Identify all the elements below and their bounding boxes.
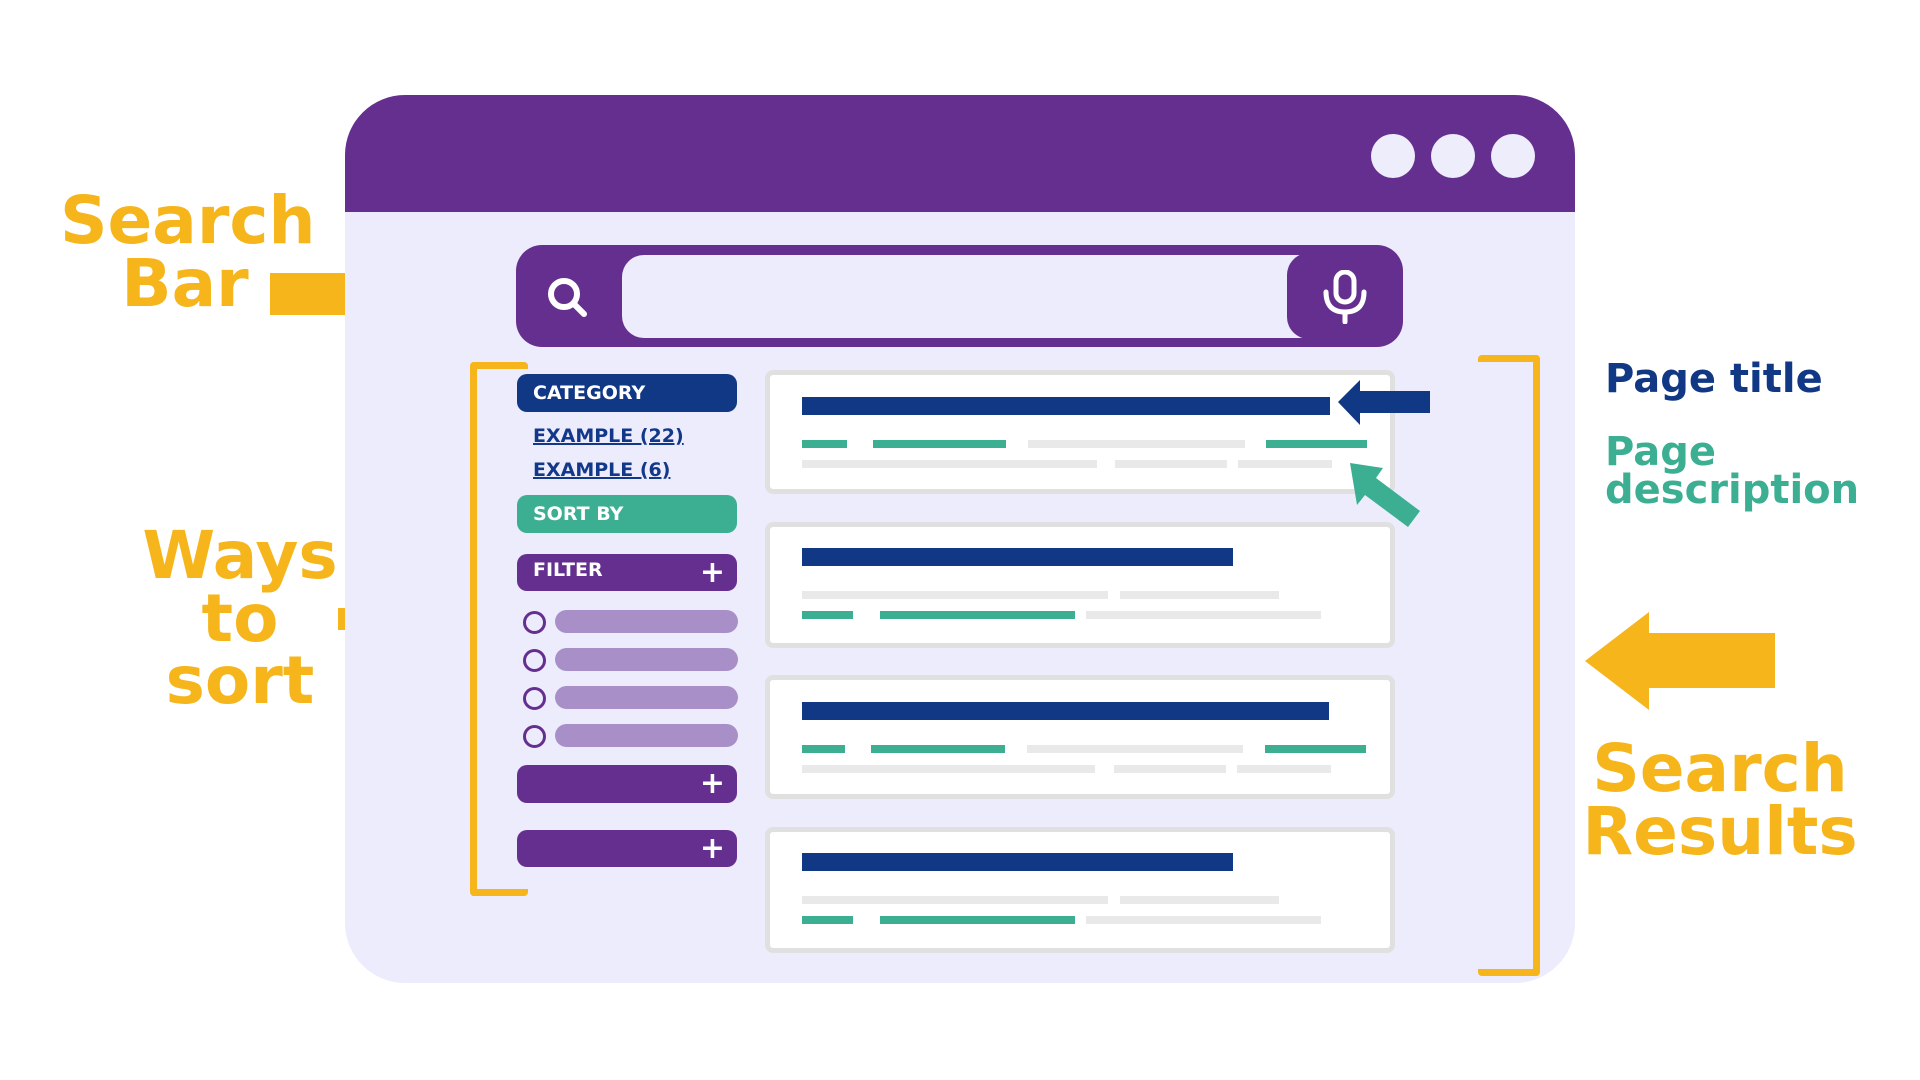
search-result-card[interactable] <box>765 675 1395 799</box>
result-text-placeholder <box>1237 765 1331 773</box>
result-text-placeholder <box>1027 745 1243 753</box>
result-text-placeholder <box>802 460 1097 468</box>
result-description-placeholder <box>880 611 1075 619</box>
filter-option-radio[interactable] <box>523 725 546 748</box>
result-text-placeholder <box>1028 440 1245 448</box>
plus-icon: + <box>699 554 725 590</box>
plus-icon: + <box>699 830 725 866</box>
browser-window: CATEGORY EXAMPLE (22) EXAMPLE (6) SORT B… <box>345 95 1575 983</box>
voice-search-button[interactable] <box>1287 253 1403 339</box>
search-results-line-1: Search <box>1592 730 1848 807</box>
search-result-card[interactable] <box>765 370 1395 494</box>
search-result-card[interactable] <box>765 522 1395 648</box>
search-results-arrow-icon <box>1585 612 1775 710</box>
ways-to-sort-annotation: Ways to sort <box>120 517 360 720</box>
result-description-placeholder <box>873 440 1006 448</box>
page-title-annotation: Page title <box>1605 356 1823 402</box>
result-description-placeholder <box>802 611 853 619</box>
category-link[interactable]: EXAMPLE (22) <box>533 425 684 447</box>
ways-to-sort-line-3: sort <box>165 642 315 720</box>
result-text-placeholder <box>1120 591 1279 599</box>
page-description-annotation: Page description <box>1605 429 1860 513</box>
result-text-placeholder <box>802 591 1108 599</box>
result-title-placeholder[interactable] <box>802 853 1233 871</box>
sort-by-button[interactable]: SORT BY <box>517 495 737 533</box>
result-description-placeholder <box>802 916 853 924</box>
result-text-placeholder <box>1238 460 1332 468</box>
filter-option-radio[interactable] <box>523 649 546 672</box>
plus-icon: + <box>699 766 725 801</box>
result-text-placeholder <box>1120 896 1279 904</box>
filter-button[interactable]: FILTER + <box>517 554 737 591</box>
result-description-placeholder <box>880 916 1075 924</box>
result-text-placeholder <box>802 765 1095 773</box>
search-results-line-2: Results <box>1582 792 1858 870</box>
result-description-placeholder <box>1266 440 1367 448</box>
microphone-icon <box>1323 270 1367 324</box>
browser-titlebar <box>345 95 1575 212</box>
category-link[interactable]: EXAMPLE (6) <box>533 459 670 481</box>
search-bar-annotation-line-1: Search <box>60 182 316 259</box>
search-results-annotation: Search Results <box>1570 730 1870 870</box>
window-control-dot[interactable] <box>1371 134 1415 178</box>
category-label: CATEGORY <box>533 382 646 404</box>
collapsed-filter-button[interactable]: + <box>517 765 737 803</box>
filter-option-label <box>555 686 738 709</box>
result-text-placeholder <box>1086 611 1321 619</box>
filter-option-label <box>555 610 738 633</box>
filter-option-label <box>555 724 738 747</box>
sort-by-label: SORT BY <box>533 503 624 525</box>
filter-option-radio[interactable] <box>523 687 546 710</box>
page-description-line-1: Page <box>1605 429 1716 475</box>
page-title-pointer-arrow-icon <box>1338 380 1430 425</box>
result-description-placeholder <box>871 745 1005 753</box>
result-title-placeholder[interactable] <box>802 702 1329 720</box>
search-icon[interactable] <box>544 274 592 322</box>
filter-option-radio[interactable] <box>523 611 546 634</box>
ways-to-sort-line-1: Ways <box>142 517 338 594</box>
search-input[interactable] <box>622 255 1322 338</box>
result-text-placeholder <box>802 896 1108 904</box>
filter-label: FILTER <box>533 559 603 581</box>
result-description-placeholder <box>1265 745 1366 753</box>
ways-to-sort-line-2: to <box>201 579 279 657</box>
result-text-placeholder <box>1114 765 1226 773</box>
window-control-dot[interactable] <box>1431 134 1475 178</box>
category-header[interactable]: CATEGORY <box>517 374 737 412</box>
filter-option-label <box>555 648 738 671</box>
search-results-bracket <box>1478 355 1540 976</box>
result-description-placeholder <box>802 440 847 448</box>
search-result-card[interactable] <box>765 827 1395 953</box>
page-description-pointer-arrow-icon <box>1350 463 1420 527</box>
window-control-dot[interactable] <box>1491 134 1535 178</box>
result-title-placeholder[interactable] <box>802 397 1330 415</box>
result-text-placeholder <box>1115 460 1227 468</box>
sort-options-bracket <box>470 362 528 896</box>
search-bar <box>516 245 1403 347</box>
result-title-placeholder[interactable] <box>802 548 1233 566</box>
collapsed-filter-button[interactable]: + <box>517 830 737 867</box>
result-description-placeholder <box>802 745 845 753</box>
page-description-line-2: description <box>1605 467 1860 513</box>
result-text-placeholder <box>1086 916 1321 924</box>
